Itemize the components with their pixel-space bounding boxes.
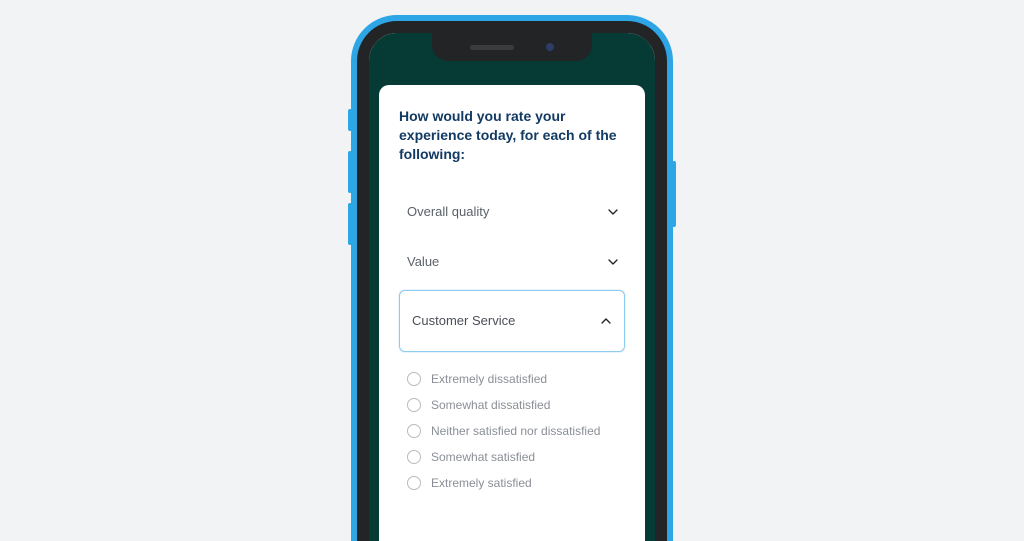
chevron-up-icon bbox=[598, 313, 614, 329]
option-label: Neither satisfied nor dissatisfied bbox=[431, 424, 600, 438]
option-label: Somewhat satisfied bbox=[431, 450, 535, 464]
radio-icon bbox=[407, 398, 421, 412]
stage: How would you rate your experience today… bbox=[0, 0, 1024, 541]
chevron-down-icon bbox=[605, 204, 621, 220]
phone-volume-up bbox=[348, 151, 352, 193]
option-extremely-dissatisfied[interactable]: Extremely dissatisfied bbox=[407, 366, 625, 392]
phone-power-button bbox=[672, 161, 676, 227]
phone-frame: How would you rate your experience today… bbox=[351, 15, 673, 541]
radio-icon bbox=[407, 476, 421, 490]
phone-bezel: How would you rate your experience today… bbox=[357, 21, 667, 541]
option-label: Extremely satisfied bbox=[431, 476, 532, 490]
option-somewhat-dissatisfied[interactable]: Somewhat dissatisfied bbox=[407, 392, 625, 418]
chevron-down-icon bbox=[605, 254, 621, 270]
phone-notch bbox=[432, 33, 592, 61]
survey-question: How would you rate your experience today… bbox=[399, 107, 625, 164]
phone-volume-down bbox=[348, 203, 352, 245]
radio-icon bbox=[407, 450, 421, 464]
radio-icon bbox=[407, 372, 421, 386]
accordion-options: Extremely dissatisfied Somewhat dissatis… bbox=[399, 362, 625, 496]
accordion-label: Customer Service bbox=[412, 313, 515, 328]
phone-mute-switch bbox=[348, 109, 352, 131]
phone-screen: How would you rate your experience today… bbox=[369, 33, 655, 541]
option-label: Extremely dissatisfied bbox=[431, 372, 547, 386]
option-neither[interactable]: Neither satisfied nor dissatisfied bbox=[407, 418, 625, 444]
survey-card: How would you rate your experience today… bbox=[379, 85, 645, 541]
accordion-label: Value bbox=[407, 254, 439, 269]
phone-camera bbox=[546, 43, 554, 51]
phone-speaker bbox=[470, 45, 514, 50]
option-extremely-satisfied[interactable]: Extremely satisfied bbox=[407, 470, 625, 496]
radio-icon bbox=[407, 424, 421, 438]
option-label: Somewhat dissatisfied bbox=[431, 398, 550, 412]
accordion-row-value[interactable]: Value bbox=[399, 240, 625, 284]
option-somewhat-satisfied[interactable]: Somewhat satisfied bbox=[407, 444, 625, 470]
accordion-row-customer-service[interactable]: Customer Service bbox=[399, 290, 625, 352]
accordion-row-overall-quality[interactable]: Overall quality bbox=[399, 190, 625, 234]
accordion-label: Overall quality bbox=[407, 204, 489, 219]
